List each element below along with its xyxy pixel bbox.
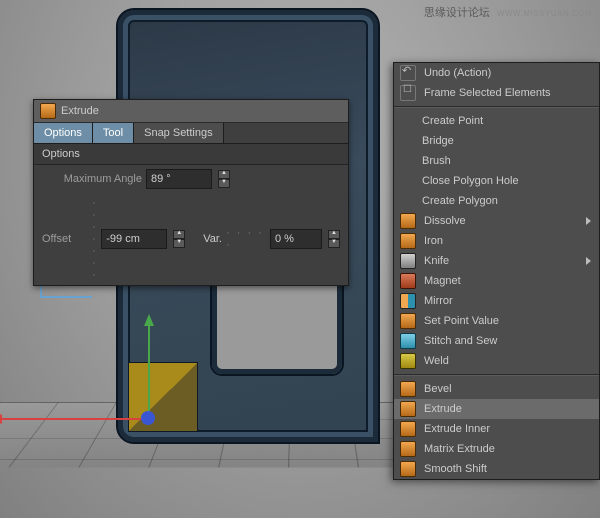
orange-icon bbox=[400, 461, 416, 477]
menu-item-smooth-shift[interactable]: Smooth Shift bbox=[394, 459, 599, 479]
submenu-arrow-icon bbox=[586, 217, 591, 225]
row-offset: Offset · · · · · · · ▲▼ Var. · · · · · ▲… bbox=[34, 193, 348, 285]
orange-icon bbox=[400, 233, 416, 249]
max-angle-spinner[interactable]: ▲▼ bbox=[218, 170, 230, 188]
menu-item-label: Dissolve bbox=[424, 215, 578, 227]
panel-title: Extrude bbox=[61, 105, 99, 117]
menu-item-label: Stitch and Sew bbox=[424, 335, 591, 347]
tab-tool[interactable]: Tool bbox=[93, 123, 134, 143]
var-spinner[interactable]: ▲▼ bbox=[328, 230, 340, 248]
blank-icon bbox=[400, 134, 414, 148]
menu-item-label: Create Polygon bbox=[422, 195, 591, 207]
menu-item-brush[interactable]: Brush bbox=[394, 151, 599, 171]
menu-item-frame-selected-elements[interactable]: Frame Selected Elements bbox=[394, 83, 599, 103]
axis-x[interactable] bbox=[2, 418, 148, 420]
menu-item-set-point-value[interactable]: Set Point Value bbox=[394, 311, 599, 331]
menu-item-magnet[interactable]: Magnet bbox=[394, 271, 599, 291]
panel-tabs: Options Tool Snap Settings bbox=[34, 123, 348, 144]
frame-icon bbox=[400, 85, 416, 101]
yellow-icon bbox=[400, 353, 416, 369]
axis-y[interactable] bbox=[148, 326, 150, 418]
menu-item-label: Bridge bbox=[422, 135, 591, 147]
watermark-sub: WWW.MISSYUAN.COM bbox=[497, 9, 592, 18]
orange-icon bbox=[400, 421, 416, 437]
cyan-icon bbox=[400, 333, 416, 349]
menu-item-extrude-inner[interactable]: Extrude Inner bbox=[394, 419, 599, 439]
menu-item-label: Iron bbox=[424, 235, 591, 247]
watermark-main: 思缘设计论坛 bbox=[424, 7, 490, 19]
menu-item-dissolve[interactable]: Dissolve bbox=[394, 211, 599, 231]
menu-item-label: Set Point Value bbox=[424, 315, 591, 327]
knife-icon bbox=[400, 253, 416, 269]
axis-z-handle[interactable] bbox=[141, 411, 155, 425]
orange-icon bbox=[400, 401, 416, 417]
axis-x-arrow-icon[interactable] bbox=[0, 414, 2, 424]
offset-spinner[interactable]: ▲▼ bbox=[173, 230, 185, 248]
context-menu[interactable]: Undo (Action) Frame Selected Elements Crea… bbox=[393, 62, 600, 480]
menu-item-bevel[interactable]: Bevel bbox=[394, 379, 599, 399]
tab-snap-settings[interactable]: Snap Settings bbox=[134, 123, 224, 143]
menu-item-label: Magnet bbox=[424, 275, 591, 287]
submenu-arrow-icon bbox=[586, 257, 591, 265]
menu-item-label: Weld bbox=[424, 355, 591, 367]
menu-item-label: Extrude Inner bbox=[424, 423, 591, 435]
menu-item-bridge[interactable]: Bridge bbox=[394, 131, 599, 151]
menu-item-mirror[interactable]: Mirror bbox=[394, 291, 599, 311]
menu-item-label: Bevel bbox=[424, 383, 591, 395]
blank-icon bbox=[400, 154, 414, 168]
menu-item-knife[interactable]: Knife bbox=[394, 251, 599, 271]
menu-item-label: Undo (Action) bbox=[424, 67, 591, 79]
menu-item-extrude[interactable]: Extrude bbox=[394, 399, 599, 419]
panel-titlebar[interactable]: Extrude bbox=[34, 100, 348, 123]
menu-item-label: Frame Selected Elements bbox=[424, 87, 591, 99]
extrude-panel[interactable]: Extrude Options Tool Snap Settings Optio… bbox=[33, 99, 349, 286]
menu-item-weld[interactable]: Weld bbox=[394, 351, 599, 371]
orange-icon bbox=[400, 313, 416, 329]
menu-item-stitch-and-sew[interactable]: Stitch and Sew bbox=[394, 331, 599, 351]
offset-input[interactable] bbox=[101, 229, 167, 249]
menu-item-label: Mirror bbox=[424, 295, 591, 307]
menu-item-label: Smooth Shift bbox=[424, 463, 591, 475]
watermark: 思缘设计论坛 WWW.MISSYUAN.COM bbox=[424, 4, 592, 20]
blank-icon bbox=[400, 174, 414, 188]
orange-icon bbox=[400, 213, 416, 229]
dots: · · · · · · · bbox=[92, 197, 97, 281]
tab-options[interactable]: Options bbox=[34, 123, 93, 143]
orange-icon bbox=[400, 441, 416, 457]
menu-item-create-point[interactable]: Create Point bbox=[394, 111, 599, 131]
menu-item-label: Brush bbox=[422, 155, 591, 167]
blank-icon bbox=[400, 194, 414, 208]
undo-icon bbox=[400, 65, 416, 81]
orange-icon bbox=[400, 381, 416, 397]
menu-item-label: Matrix Extrude bbox=[424, 443, 591, 455]
dots: · · · · · bbox=[226, 227, 266, 251]
menu-separator bbox=[394, 106, 599, 108]
menu-item-iron[interactable]: Iron bbox=[394, 231, 599, 251]
max-angle-label: Maximum Angle bbox=[42, 173, 142, 185]
menu-item-close-polygon-hole[interactable]: Close Polygon Hole bbox=[394, 171, 599, 191]
red-icon bbox=[400, 273, 416, 289]
menu-item-matrix-extrude[interactable]: Matrix Extrude bbox=[394, 439, 599, 459]
var-label: Var. bbox=[203, 233, 222, 245]
menu-item-label: Extrude bbox=[424, 403, 591, 415]
var-input[interactable] bbox=[270, 229, 322, 249]
row-maximum-angle: Maximum Angle ▲▼ bbox=[34, 165, 348, 193]
menu-item-label: Create Point bbox=[422, 115, 591, 127]
offset-label: Offset bbox=[42, 233, 88, 245]
menu-separator bbox=[394, 374, 599, 376]
max-angle-input[interactable] bbox=[146, 169, 212, 189]
menu-item-label: Knife bbox=[424, 255, 578, 267]
extrude-icon bbox=[40, 103, 56, 119]
menu-item-create-polygon[interactable]: Create Polygon bbox=[394, 191, 599, 211]
menu-item-label: Close Polygon Hole bbox=[422, 175, 591, 187]
options-header: Options bbox=[34, 144, 348, 165]
axis-y-arrow-icon[interactable] bbox=[144, 314, 154, 326]
selected-polygon[interactable] bbox=[128, 362, 198, 432]
mirror-icon bbox=[400, 293, 416, 309]
menu-item-undo-action-[interactable]: Undo (Action) bbox=[394, 63, 599, 83]
blank-icon bbox=[400, 114, 414, 128]
